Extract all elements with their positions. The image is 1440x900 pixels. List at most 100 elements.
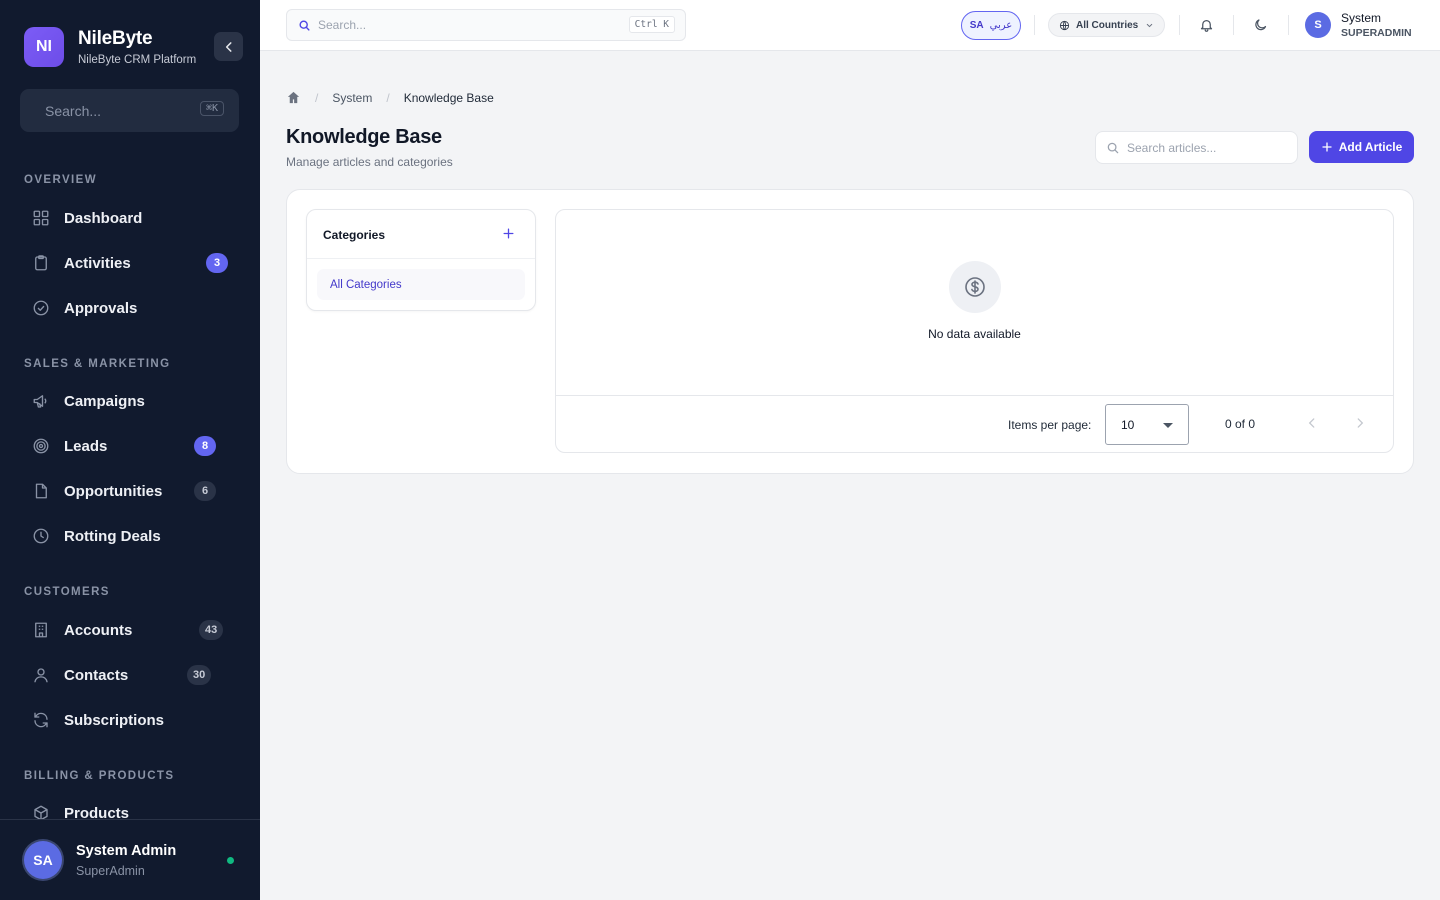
articles-panel: No data available Items per page: 10 0 o…	[555, 209, 1394, 453]
chevron-left-icon	[225, 41, 232, 52]
sidebar-item-label: Subscriptions	[64, 711, 165, 729]
categories-panel: Categories All Categories	[306, 209, 536, 311]
sidebar-item-subscriptions[interactable]: Subscriptions	[24, 700, 236, 740]
items-per-page-label: Items per page:	[1008, 418, 1092, 432]
items-per-page-value: 10	[1121, 417, 1135, 432]
breadcrumb-item-current: Knowledge Base	[403, 90, 494, 105]
building-icon	[35, 622, 47, 638]
sidebar-item-label: Contacts	[64, 666, 129, 684]
divider	[1233, 15, 1234, 35]
contacts-count-badge: 30	[187, 665, 212, 685]
divider	[1179, 15, 1180, 35]
categories-header: Categories	[307, 210, 535, 259]
clock-icon	[33, 528, 49, 544]
brand[interactable]: NI NileByte NileByte CRM Platform	[24, 27, 196, 67]
language-label: عربي	[989, 20, 1013, 31]
dropdown-caret-icon	[1163, 423, 1173, 428]
sidebar-item-rotting-deals[interactable]: Rotting Deals	[24, 516, 236, 556]
category-item-all[interactable]: All Categories	[317, 269, 525, 300]
search-icon	[299, 20, 310, 31]
country-select-label: All Countries	[1076, 19, 1139, 31]
sidebar-item-approvals[interactable]: Approvals	[24, 288, 236, 328]
footer-user-role: SuperAdmin	[76, 864, 145, 878]
user-avatar[interactable]: S	[1305, 12, 1331, 38]
section-title-billing-products: BILLING & PRODUCTS	[24, 770, 175, 782]
sidebar-item-label: Approvals	[64, 299, 138, 317]
globe-icon	[1059, 20, 1070, 30]
sidebar-user-footer[interactable]: SA System Admin SuperAdmin	[0, 819, 260, 900]
empty-state-text: No data available	[928, 327, 1021, 341]
opportunities-count-badge: 6	[194, 481, 216, 501]
breadcrumb: / System / Knowledge Base	[286, 90, 494, 105]
empty-state-icon	[949, 261, 1001, 313]
sidebar-item-dashboard[interactable]: Dashboard	[24, 198, 236, 238]
country-select[interactable]: All Countries	[1048, 13, 1165, 37]
sidebar-item-label: Activities	[64, 254, 131, 272]
breadcrumb-item-system[interactable]: System	[332, 91, 372, 105]
global-search-shortcut: Ctrl K	[628, 16, 675, 33]
global-search-placeholder: Search...	[318, 18, 367, 32]
sidebar-item-label: Accounts	[64, 621, 133, 639]
divider	[1288, 15, 1289, 35]
language-code: SA	[969, 20, 984, 31]
section-title-customers: CUSTOMERS	[24, 586, 110, 598]
home-icon[interactable]	[286, 90, 301, 105]
search-icon	[1107, 142, 1119, 154]
categories-title: Categories	[323, 228, 386, 242]
sidebar-search-input[interactable]: Search... ⌘K	[20, 89, 239, 132]
chevron-down-icon	[1147, 23, 1153, 27]
global-search-input[interactable]: Search... Ctrl K	[286, 9, 686, 41]
file-icon	[35, 483, 47, 499]
section-title-sales-marketing: SALES & MARKETING	[24, 358, 171, 370]
sidebar-item-label: Leads	[64, 437, 108, 455]
footer-user-name: System Admin	[76, 843, 177, 859]
accounts-count-badge: 43	[199, 620, 224, 640]
items-per-page-select[interactable]: 10	[1105, 404, 1189, 445]
previous-page-icon[interactable]	[1305, 416, 1319, 430]
collapse-sidebar-button[interactable]	[214, 32, 243, 61]
sidebar-item-label: Dashboard	[64, 209, 143, 227]
brand-logo: NI	[24, 27, 64, 67]
sidebar-search-shortcut: ⌘K	[199, 101, 224, 116]
page-title: Knowledge Base	[286, 126, 442, 148]
clipboard-icon	[35, 255, 47, 271]
online-status-dot	[227, 857, 234, 864]
add-article-label: Add Article	[1338, 140, 1403, 154]
add-category-icon[interactable]	[502, 227, 515, 240]
user-name[interactable]: System	[1341, 11, 1381, 25]
bell-icon[interactable]	[1199, 17, 1214, 33]
target-icon	[33, 438, 49, 454]
paginator: Items per page: 10 0 of 0	[556, 395, 1393, 452]
divider	[1034, 15, 1035, 35]
breadcrumb-separator: /	[386, 90, 390, 105]
page-subtitle: Manage articles and categories	[286, 155, 453, 169]
dollar-circle-icon	[965, 277, 985, 297]
brand-name: NileByte	[78, 28, 153, 49]
sidebar: NI NileByte NileByte CRM Platform Search…	[0, 0, 260, 900]
page-range-label: 0 of 0	[1225, 417, 1256, 431]
moon-icon[interactable]	[1253, 17, 1268, 33]
user-role: SUPERADMIN	[1341, 27, 1412, 39]
sidebar-item-campaigns[interactable]: Campaigns	[24, 381, 236, 421]
topbar: Search... Ctrl K SA عربي All Countries S…	[260, 0, 1440, 51]
language-toggle-button[interactable]: SA عربي	[961, 11, 1021, 40]
add-article-button[interactable]: Add Article	[1309, 131, 1414, 163]
plus-icon	[1322, 142, 1332, 152]
megaphone-icon	[33, 395, 47, 408]
user-icon	[34, 668, 48, 683]
sidebar-item-label: Rotting Deals	[64, 527, 161, 545]
breadcrumb-separator: /	[315, 90, 319, 105]
sidebar-item-label: Opportunities	[64, 482, 163, 500]
article-search-placeholder: Search articles...	[1127, 140, 1217, 155]
avatar: SA	[24, 841, 62, 879]
activities-count-badge: 3	[206, 253, 228, 273]
brand-subtitle: NileByte CRM Platform	[78, 54, 197, 66]
article-search-input[interactable]: Search articles...	[1095, 131, 1298, 164]
refresh-icon	[34, 712, 48, 728]
section-title-overview: OVERVIEW	[24, 174, 97, 186]
sidebar-search-placeholder: Search...	[45, 102, 102, 119]
leads-count-badge: 8	[194, 436, 216, 456]
next-page-icon[interactable]	[1353, 416, 1367, 430]
sidebar-item-activities[interactable]: Activities	[24, 243, 236, 283]
sidebar-item-label: Campaigns	[64, 392, 145, 410]
